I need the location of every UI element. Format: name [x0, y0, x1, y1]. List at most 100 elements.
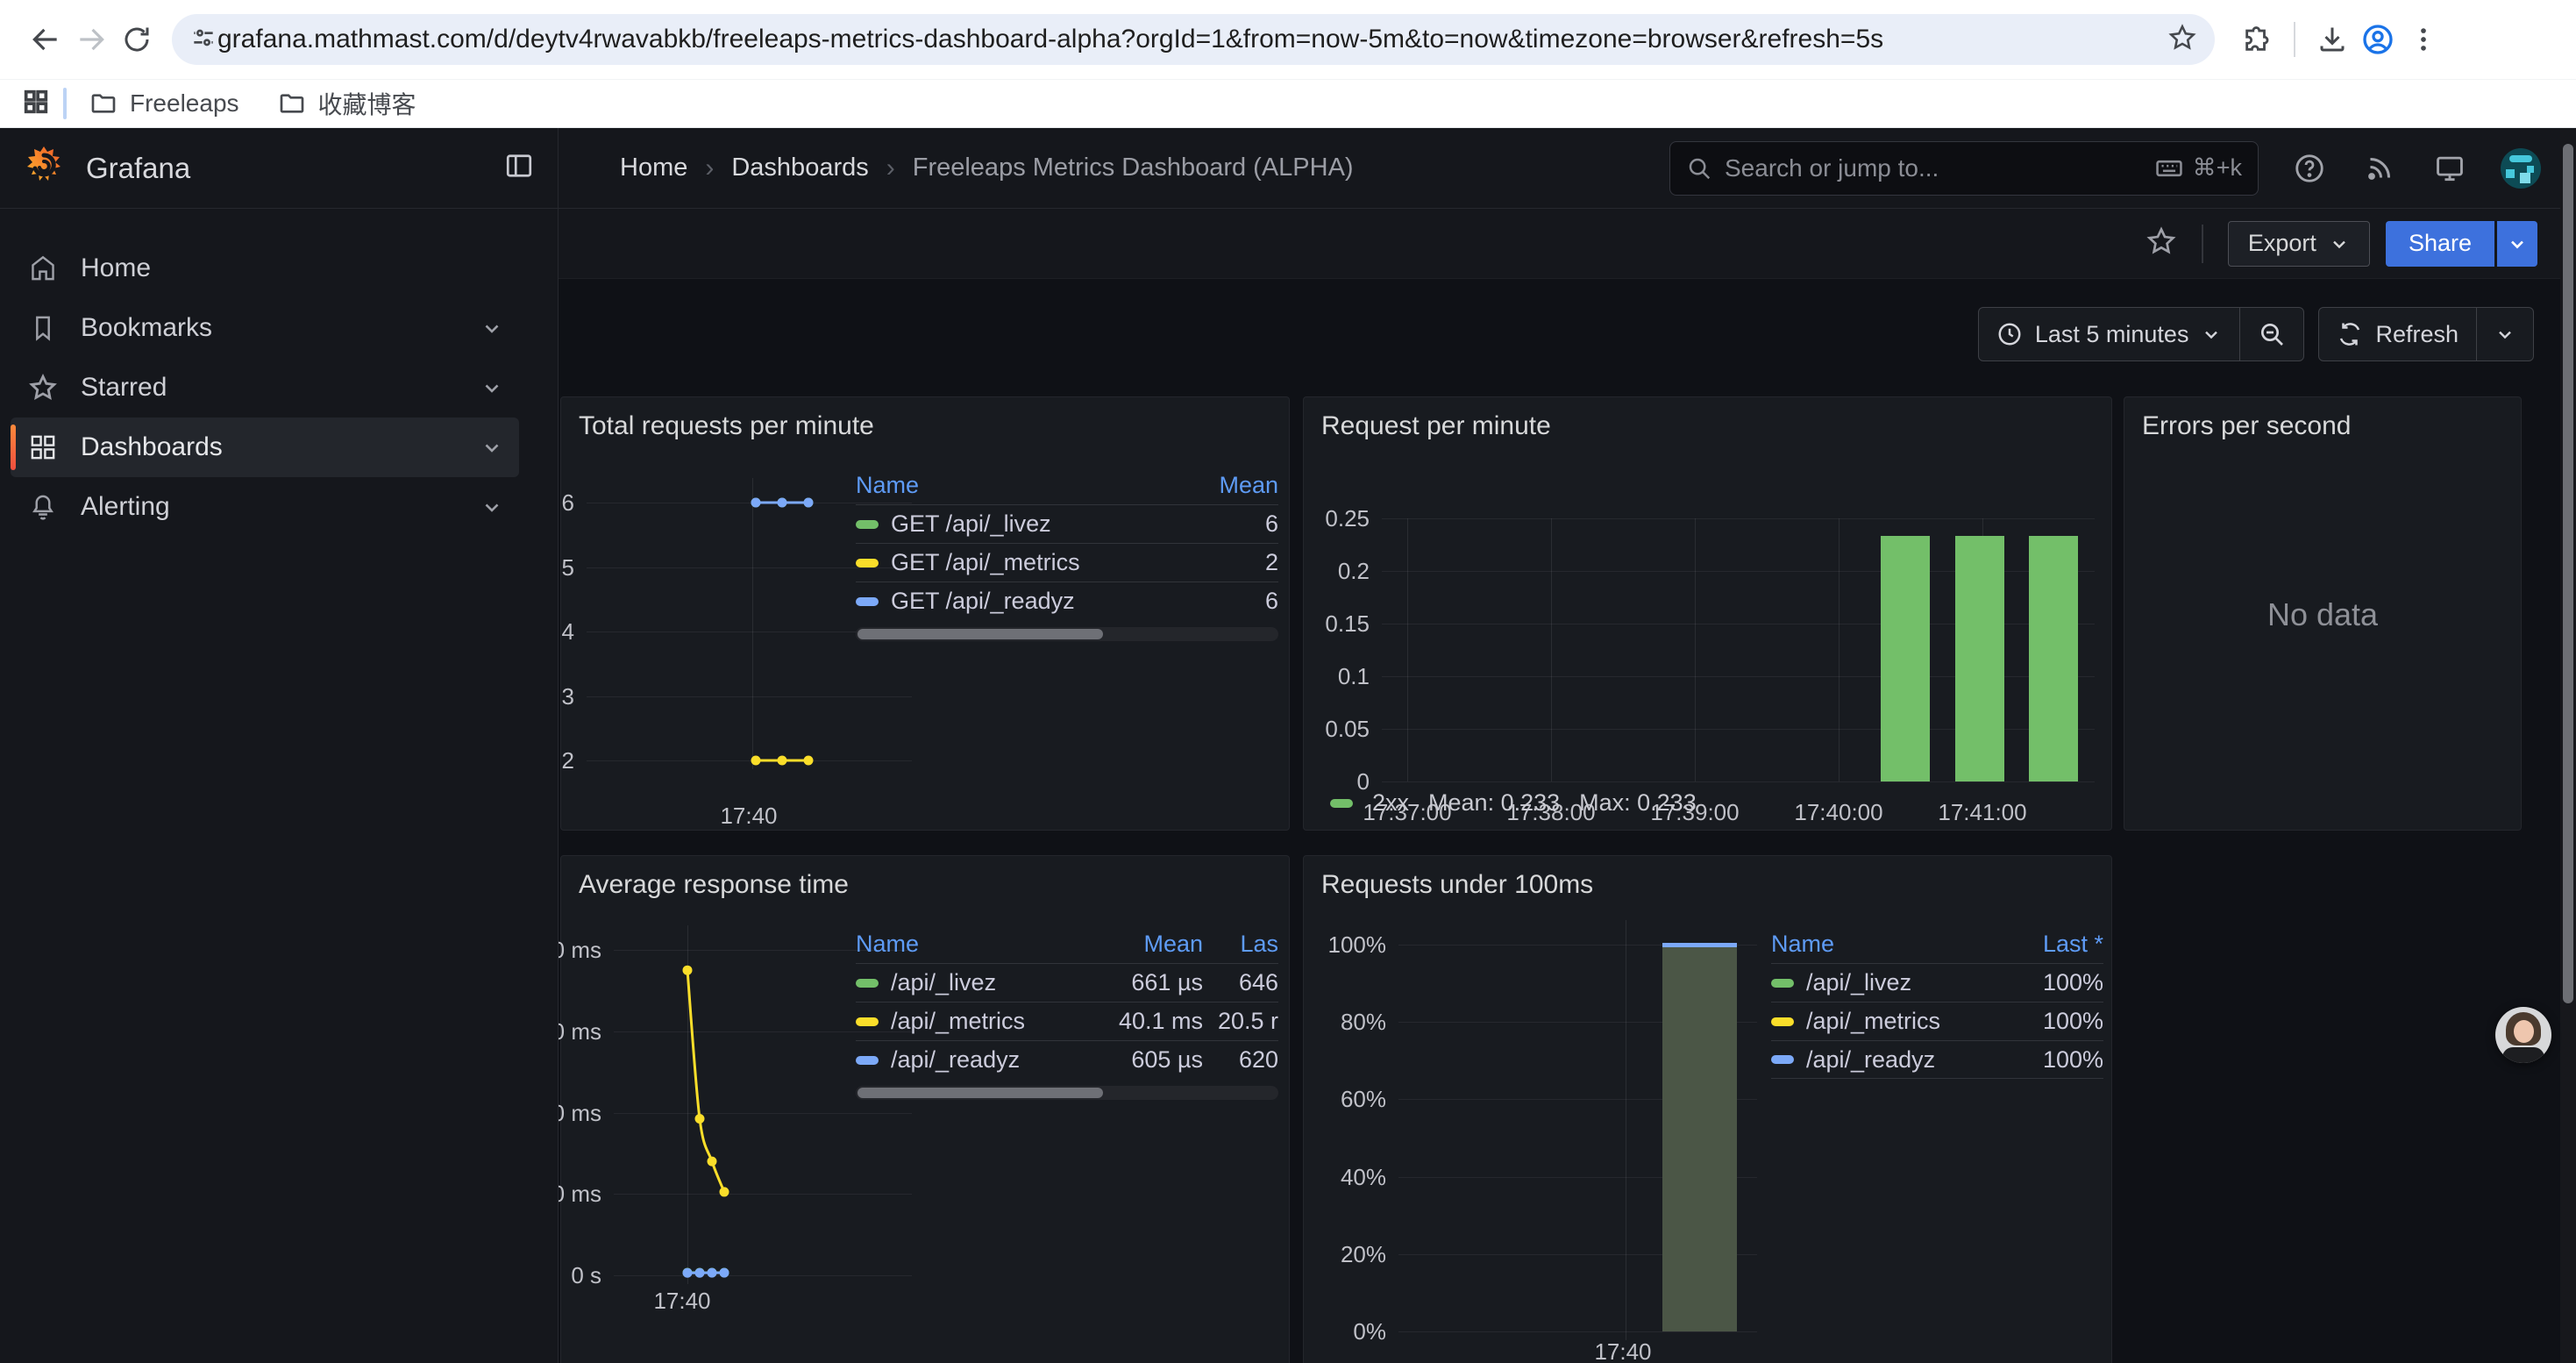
legend-column-header[interactable]: Last * [2007, 931, 2103, 958]
legend-column-header[interactable]: Mean [1182, 472, 1278, 499]
panel-title[interactable]: Errors per second [2124, 397, 2521, 455]
legend-row: GET /api/_livez6 [856, 504, 1278, 543]
legend-column-header[interactable]: Name [856, 472, 1182, 499]
keyboard-icon [2154, 153, 2184, 183]
y-axis-tick-label: 100% [1281, 931, 1386, 959]
share-button[interactable]: Share [2386, 221, 2494, 267]
share-menu-button[interactable] [2497, 221, 2537, 267]
y-axis-tick-label: 0.25 [1264, 504, 1370, 532]
legend-scrollbar [856, 1086, 1278, 1100]
legend-series-name[interactable]: GET /api/_metrics [856, 549, 1182, 576]
search-icon [1686, 155, 1712, 182]
extensions-icon[interactable] [2234, 17, 2280, 62]
breadcrumb-home[interactable]: Home [620, 153, 687, 182]
legend-row: /api/_metrics40.1 ms20.5 r [856, 1002, 1278, 1040]
legend-series-name[interactable]: /api/_livez [1771, 969, 2007, 996]
legend-column-header[interactable]: Name [1771, 931, 2007, 958]
breadcrumb-current: Freeleaps Metrics Dashboard (ALPHA) [913, 153, 1354, 182]
legend-row: /api/_livez100% [1771, 963, 2103, 1002]
sidebar-item-dashboards[interactable]: Dashboards [11, 417, 519, 477]
breadcrumb: Home › Dashboards › Freeleaps Metrics Da… [620, 153, 1354, 183]
y-axis-tick-label: 20% [1281, 1240, 1386, 1268]
grafana-logo[interactable] [23, 145, 65, 191]
refresh-interval-button[interactable] [2476, 308, 2533, 360]
scrollbar-thumb[interactable] [2563, 144, 2573, 1003]
legend-series-name[interactable]: /api/_metrics [1771, 1008, 2007, 1035]
legend-value: 20.5 r [1203, 1008, 1278, 1035]
sidebar-item-home[interactable]: Home [11, 239, 519, 298]
legend-series-name[interactable]: /api/_livez [856, 969, 1089, 996]
bookmark-icon [28, 313, 58, 343]
y-axis-tick-label: 80% [1281, 1008, 1386, 1036]
refresh-button[interactable]: Refresh [2319, 308, 2476, 360]
address-bar[interactable]: grafana.mathmast.com/d/deytv4rwavabkb/fr… [172, 14, 2215, 65]
reload-icon[interactable] [114, 17, 160, 62]
browser-toolbar: grafana.mathmast.com/d/deytv4rwavabkb/fr… [0, 0, 2576, 79]
y-axis-tick-label: 0.05 [1264, 715, 1370, 743]
screen: grafana.mathmast.com/d/deytv4rwavabkb/fr… [0, 0, 2576, 1363]
y-axis-tick-label: 40% [1281, 1163, 1386, 1191]
bookmark-star-icon[interactable] [2167, 23, 2197, 57]
sidebar-item-alerting[interactable]: Alerting [11, 477, 519, 537]
profile-icon[interactable] [2355, 17, 2401, 62]
legend-column-header[interactable]: Las [1203, 931, 1278, 958]
bookmarks-divider [63, 88, 67, 119]
legend-stat: Max: 0.233 [1579, 789, 1697, 817]
back-icon[interactable] [23, 17, 68, 62]
legend-series-name[interactable]: GET /api/_readyz [856, 588, 1182, 615]
help-icon[interactable] [2290, 149, 2329, 188]
legend-row: /api/_livez661 µs646 [856, 963, 1278, 1002]
downloads-icon[interactable] [2309, 17, 2355, 62]
legend-column-header[interactable]: Name [856, 931, 1089, 958]
panel-title[interactable]: Requests under 100ms [1304, 856, 2111, 914]
sidebar-item-bookmarks[interactable]: Bookmarks [11, 298, 519, 358]
browser-menu-icon[interactable] [2401, 17, 2446, 62]
forward-icon[interactable] [68, 17, 114, 62]
legend-series-name[interactable]: 2xx [1372, 789, 1409, 817]
bar [1955, 536, 2004, 781]
series-color-swatch [1330, 799, 1353, 808]
gridline [614, 1275, 912, 1276]
bookmark-folder-blogs[interactable]: 收藏博客 [278, 86, 416, 121]
url-text[interactable]: grafana.mathmast.com/d/deytv4rwavabkb/fr… [217, 25, 2167, 54]
sidebar-toggle-icon[interactable] [503, 150, 535, 186]
breadcrumb-dashboards[interactable]: Dashboards [731, 153, 868, 182]
y-axis-tick-label: 3 [559, 682, 574, 710]
bookmark-folder-freeleaps[interactable]: Freeleaps [89, 89, 239, 118]
breadcrumb-separator: › [886, 153, 895, 183]
legend-value: 605 µs [1089, 1046, 1203, 1074]
x-axis-tick-label: 17:41:00 [1904, 799, 2061, 826]
chevron-down-icon [480, 436, 503, 459]
panel-title[interactable]: Average response time [561, 856, 1289, 914]
news-rss-icon[interactable] [2360, 149, 2399, 188]
export-button[interactable]: Export [2228, 221, 2370, 267]
legend-series-name[interactable]: /api/_readyz [856, 1046, 1089, 1074]
monitor-icon[interactable] [2430, 149, 2469, 188]
time-picker-group: Last 5 minutes [1978, 307, 2305, 361]
time-range-picker[interactable]: Last 5 minutes [1979, 308, 2240, 360]
no-data-message: No data [2124, 596, 2521, 633]
x-axis-tick-label: 17:40 [1544, 1338, 1702, 1363]
avatar-face [2514, 1020, 2534, 1043]
favorite-star-icon[interactable] [2145, 225, 2177, 261]
legend-column-header[interactable]: Mean [1089, 931, 1203, 958]
sidebar-item-starred[interactable]: Starred [11, 358, 519, 417]
y-axis-tick-label: 40 ms [559, 1099, 601, 1127]
grafana-header: Grafana Home › Dashboards › Freeleaps Me… [0, 128, 2576, 209]
assistant-avatar[interactable] [2495, 1007, 2551, 1063]
legend-series-name[interactable]: /api/_readyz [1771, 1046, 2007, 1074]
user-avatar[interactable] [2501, 148, 2541, 189]
star-icon [28, 373, 58, 403]
search-input[interactable]: Search or jump to... ⌘+k [1669, 141, 2259, 196]
y-axis-tick-label: 60% [1281, 1085, 1386, 1113]
panel-title[interactable]: Total requests per minute [561, 397, 1289, 455]
panel-title[interactable]: Request per minute [1304, 397, 2111, 455]
legend-scrollbar-thumb[interactable] [857, 1088, 1103, 1098]
legend-scrollbar-thumb[interactable] [857, 629, 1103, 639]
apps-grid-icon[interactable] [21, 87, 51, 121]
legend-series-name[interactable]: GET /api/_livez [856, 510, 1182, 538]
legend-series-name[interactable]: /api/_metrics [856, 1008, 1089, 1035]
legend-value: 646 [1203, 969, 1278, 996]
site-settings-icon[interactable] [189, 24, 217, 56]
zoom-out-button[interactable] [2239, 308, 2303, 360]
